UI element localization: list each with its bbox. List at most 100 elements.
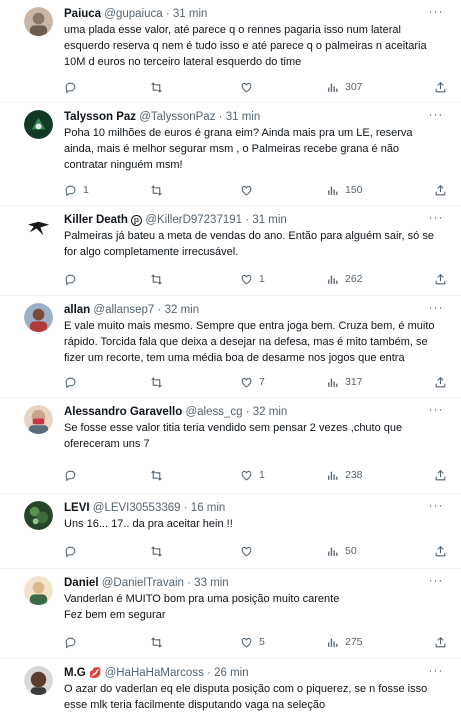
reply-button[interactable] — [64, 635, 83, 649]
share-button[interactable] — [434, 183, 447, 197]
tweet-header: Killer Death ℙ @KillerD97237191 · 31 min — [64, 214, 287, 226]
share-button[interactable] — [434, 375, 447, 389]
retweet-icon — [151, 273, 162, 285]
tweet-time[interactable]: 32 min — [253, 406, 288, 418]
retweet-button[interactable] — [150, 635, 169, 649]
tweet-text: O azar do vaderlan eq ele disputa posiçã… — [64, 683, 428, 711]
views-button[interactable]: 275 — [326, 635, 363, 649]
reply-button[interactable] — [64, 80, 83, 94]
avatar[interactable] — [24, 213, 53, 242]
more-icon[interactable]: ··· — [427, 300, 445, 314]
like-button[interactable]: 7 — [240, 375, 265, 389]
tweet-time[interactable]: 31 min — [226, 111, 261, 123]
tweet-allan[interactable]: allan @allansep7 · 32 min ··· E vale mui… — [0, 296, 461, 398]
like-button[interactable]: 1 — [240, 468, 265, 482]
heart-emoji-icon: 💋 — [88, 668, 102, 679]
views-button[interactable]: 317 — [326, 375, 363, 389]
avatar[interactable] — [24, 110, 53, 139]
more-icon[interactable]: ··· — [427, 573, 445, 587]
more-icon[interactable]: ··· — [427, 4, 445, 18]
avatar[interactable] — [24, 303, 53, 332]
author-handle[interactable]: @KillerD97237191 — [145, 214, 242, 226]
reply-button[interactable] — [64, 468, 83, 482]
author-handle[interactable]: @gupaiuca — [104, 8, 162, 20]
more-icon[interactable]: ··· — [427, 663, 445, 677]
views-count: 150 — [345, 184, 363, 196]
views-count: 307 — [345, 81, 363, 93]
views-icon — [328, 378, 338, 387]
reply-count: 1 — [83, 184, 89, 196]
more-icon[interactable]: ··· — [427, 107, 445, 121]
retweet-button[interactable] — [150, 468, 169, 482]
reply-button[interactable] — [64, 272, 83, 286]
tweet-daniel[interactable]: Daniel @DanielTravain · 33 min ··· Vande… — [0, 569, 461, 659]
author-name[interactable]: Paiuca — [64, 8, 101, 20]
reply-icon — [65, 637, 76, 648]
author-handle[interactable]: @aless_cg — [185, 406, 242, 418]
share-icon — [435, 545, 446, 556]
views-button[interactable]: 238 — [326, 468, 363, 482]
tweet-time[interactable]: 26 min — [214, 667, 249, 679]
like-button[interactable]: 1 — [240, 272, 265, 286]
author-handle[interactable]: @HaHaHaMarcoss — [105, 667, 204, 679]
views-button[interactable]: 262 — [326, 272, 363, 286]
author-name[interactable]: Alessandro Garavello — [64, 406, 182, 418]
retweet-icon — [151, 469, 162, 481]
reply-button[interactable]: 1 — [64, 183, 89, 197]
tweet-header: M.G 💋 @HaHaHaMarcoss · 26 min — [64, 667, 249, 679]
views-button[interactable]: 307 — [326, 80, 363, 94]
share-button[interactable] — [434, 80, 447, 94]
author-name[interactable]: M.G — [64, 667, 86, 679]
like-button[interactable] — [240, 183, 259, 197]
tweet-actions: 1 238 — [64, 468, 447, 482]
tweet-actions: 307 — [64, 80, 447, 94]
views-button[interactable]: 150 — [326, 183, 363, 197]
share-button[interactable] — [434, 544, 447, 558]
tweet-time[interactable]: 16 min — [191, 502, 226, 514]
share-button[interactable] — [434, 272, 447, 286]
tweet-talysson[interactable]: Talysson Paz @TalyssonPaz · 31 min ··· P… — [0, 103, 461, 206]
share-button[interactable] — [434, 468, 447, 482]
views-count: 238 — [345, 469, 363, 481]
retweet-button[interactable] — [150, 544, 169, 558]
tweet-time[interactable]: 33 min — [194, 577, 229, 589]
tweet-killer-death[interactable]: Killer Death ℙ @KillerD97237191 · 31 min… — [0, 206, 461, 296]
avatar[interactable] — [24, 501, 53, 530]
tweet-alessandro[interactable]: Alessandro Garavello @aless_cg · 32 min … — [0, 398, 461, 494]
author-handle[interactable]: @allansep7 — [93, 304, 154, 316]
author-handle[interactable]: @TalyssonPaz — [139, 111, 215, 123]
author-name[interactable]: Killer Death — [64, 214, 128, 226]
share-button[interactable] — [434, 635, 447, 649]
more-icon[interactable]: ··· — [427, 210, 445, 224]
tweet-mg[interactable]: M.G 💋 @HaHaHaMarcoss · 26 min ··· O azar… — [0, 659, 461, 723]
tweet-time[interactable]: 31 min — [173, 8, 208, 20]
like-button[interactable] — [240, 80, 259, 94]
retweet-button[interactable] — [150, 183, 169, 197]
retweet-button[interactable] — [150, 272, 169, 286]
more-icon[interactable]: ··· — [427, 498, 445, 512]
author-handle[interactable]: @DanielTravain — [102, 577, 184, 589]
retweet-button[interactable] — [150, 80, 169, 94]
author-handle[interactable]: @LEVI30553369 — [93, 502, 181, 514]
avatar[interactable] — [24, 666, 53, 695]
retweet-button[interactable] — [150, 375, 169, 389]
avatar[interactable] — [24, 405, 53, 434]
avatar[interactable] — [24, 576, 53, 605]
tweet-time[interactable]: 31 min — [252, 214, 287, 226]
tweet-paiuca[interactable]: Paiuca @gupaiuca · 31 min ··· uma plada … — [0, 0, 461, 103]
tweet-levi[interactable]: LEVI @LEVI30553369 · 16 min ··· Uns 16..… — [0, 494, 461, 569]
author-name[interactable]: LEVI — [64, 502, 90, 514]
views-button[interactable]: 50 — [326, 544, 357, 558]
avatar[interactable] — [24, 7, 53, 36]
reply-button[interactable] — [64, 544, 83, 558]
author-name[interactable]: Daniel — [64, 577, 99, 589]
tweet-time[interactable]: 32 min — [165, 304, 200, 316]
author-name[interactable]: Talysson Paz — [64, 111, 136, 123]
share-icon — [435, 184, 446, 195]
tweet-actions: 1 262 — [64, 272, 447, 286]
reply-button[interactable] — [64, 375, 83, 389]
author-name[interactable]: allan — [64, 304, 90, 316]
like-button[interactable] — [240, 544, 259, 558]
more-icon[interactable]: ··· — [427, 402, 445, 416]
like-button[interactable]: 5 — [240, 635, 265, 649]
